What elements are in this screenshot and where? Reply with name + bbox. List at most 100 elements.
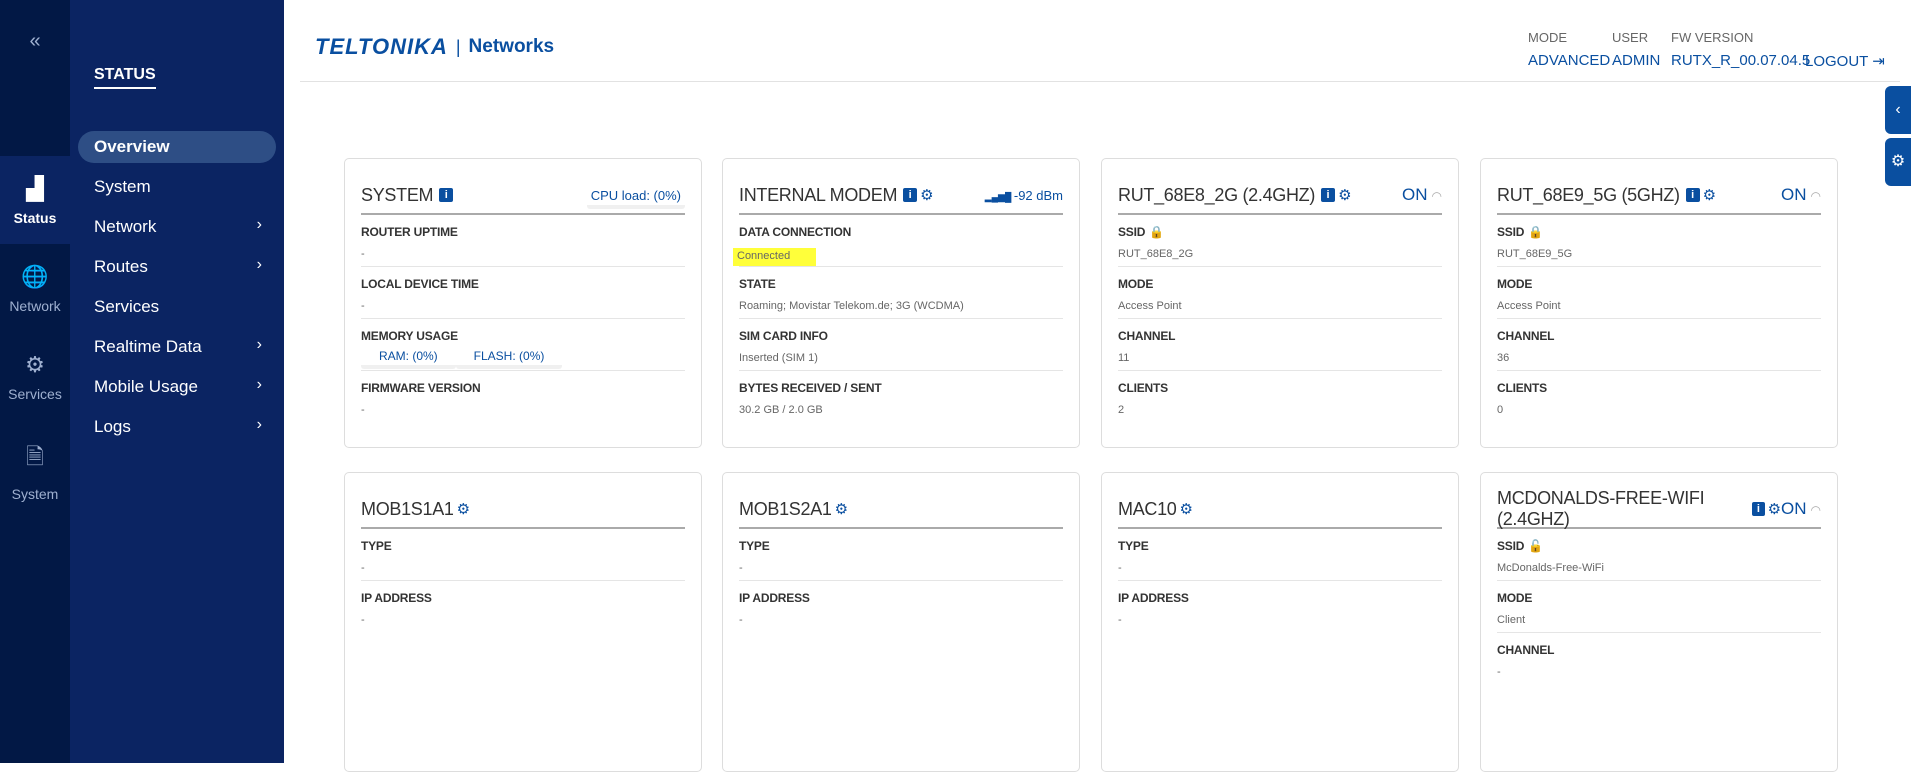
row-label: IP ADDRESS [739, 591, 1063, 605]
signal-icon: ▟ [26, 176, 44, 201]
sidebar-item-services[interactable]: Services [78, 291, 276, 323]
rail-item-services[interactable]: ⚙ Services [0, 332, 70, 420]
row-label: TYPE [739, 539, 1063, 553]
sidebar-item-network[interactable]: Network › [78, 211, 276, 243]
sidebar-item-logs[interactable]: Logs › [78, 411, 276, 443]
icon-rail: « ▟ Status 🌐 Network ⚙ Services 🗎 System [0, 0, 70, 763]
row-label-text: CLIENTS [1497, 381, 1547, 395]
row-value: - [1497, 666, 1501, 678]
chevron-right-icon: › [256, 416, 262, 433]
row-label-text: SSID [1497, 539, 1525, 553]
row-label: STATE [739, 277, 1063, 291]
chevron-right-icon: › [256, 376, 262, 393]
right-text: ON [1781, 185, 1807, 204]
info-row: ROUTER UPTIME - [361, 215, 685, 267]
fw-info: FW VERSION RUTX_R_00.07.04.5 [1671, 30, 1810, 69]
info-row: SIM CARD INFO Inserted (SIM 1) [739, 319, 1063, 371]
row-label-text: IP ADDRESS [361, 591, 432, 605]
file-code-icon: 🗎 [26, 444, 44, 469]
info-icon[interactable]: i [439, 188, 454, 202]
side-panel-toggle-button[interactable]: ‹ [1885, 86, 1911, 134]
status-card: INTERNAL MODEM i ⚙ ▂▄▆█ -92 dBm DATA CONNECT… [722, 158, 1080, 448]
card-header: RUT_68E9_5G (5GHZ) i ⚙ ON ◠ [1497, 181, 1821, 215]
info-row: SSID 🔓 McDonalds-Free-WiFi [1497, 529, 1821, 581]
rail-item-status[interactable]: ▟ Status [0, 156, 70, 244]
row-label-text: MODE [1497, 591, 1533, 605]
gear-icon[interactable]: ⚙ [835, 500, 848, 518]
user-value[interactable]: ADMIN [1612, 52, 1660, 69]
collapse-sidebar-button[interactable]: « [0, 30, 70, 53]
gear-icon[interactable]: ⚙ [1703, 186, 1716, 204]
gear-icon[interactable]: ⚙ [1180, 500, 1193, 518]
fw-value[interactable]: RUTX_R_00.07.04.5 [1671, 52, 1810, 69]
row-value: - [361, 404, 365, 416]
chevron-right-icon: › [256, 336, 262, 353]
row-label-text: CHANNEL [1118, 329, 1176, 343]
card-title: INTERNAL MODEM [739, 184, 898, 205]
row-label: LOCAL DEVICE TIME [361, 277, 685, 291]
info-row: FIRMWARE VERSION - [361, 371, 685, 423]
info-row: BYTES RECEIVED / SENT 30.2 GB / 2.0 GB [739, 371, 1063, 423]
chevron-left-icon: ‹ [1895, 101, 1901, 118]
gear-icon[interactable]: ⚙ [920, 186, 933, 204]
user-info: USER ADMIN [1612, 30, 1660, 69]
gear-icon[interactable]: ⚙ [457, 500, 470, 518]
rail-item-system[interactable]: 🗎 System [0, 420, 70, 508]
info-row: MODE Client [1497, 581, 1821, 633]
info-icon[interactable]: i [1752, 502, 1765, 516]
logout-label: LOGOUT [1805, 53, 1869, 70]
row-label: BYTES RECEIVED / SENT [739, 381, 1063, 395]
info-row: SSID 🔒 RUT_68E8_2G [1118, 215, 1442, 267]
row-label-text: SIM CARD INFO [739, 329, 828, 343]
info-row: CHANNEL 36 [1497, 319, 1821, 371]
sidebar-item-label: Logs [94, 417, 131, 436]
rail-item-label: System [11, 486, 59, 502]
memory-bars: RAM: (0%) FLASH: (0%) [361, 343, 685, 369]
info-icon[interactable]: i [1321, 188, 1336, 202]
sidebar-item-realtime-data[interactable]: Realtime Data › [78, 331, 276, 363]
gear-icon[interactable]: ⚙ [1768, 500, 1781, 518]
row-label: MODE [1497, 277, 1821, 291]
status-card: SYSTEM i CPU load: (0%) ROUTER UPTIME - LOCAL… [344, 158, 702, 448]
row-label: CHANNEL [1118, 329, 1442, 343]
sidebar-item-mobile-usage[interactable]: Mobile Usage › [78, 371, 276, 403]
row-label-text: ROUTER UPTIME [361, 225, 458, 239]
sidebar-item-system[interactable]: System [78, 171, 276, 203]
rail-item-network[interactable]: 🌐 Network [0, 244, 70, 332]
card-title: RUT_68E8_2G (2.4GHZ) [1118, 184, 1316, 205]
wifi-status: ON ◠ [1781, 499, 1821, 519]
logout-button[interactable]: LOGOUT ⇥ [1805, 30, 1885, 70]
row-label: SSID 🔒 [1118, 225, 1442, 239]
row-value: Connected [733, 248, 817, 266]
gear-icon[interactable]: ⚙ [1338, 186, 1351, 204]
globe-icon: 🌐 [21, 264, 49, 289]
info-row: TYPE - [361, 529, 685, 581]
teltonika-logo[interactable]: TELTONIKA | Networks [315, 34, 554, 60]
row-label-text: CHANNEL [1497, 643, 1555, 657]
sidebar-item-label: Routes [94, 257, 148, 276]
mode-value[interactable]: ADVANCED [1528, 52, 1610, 69]
cpu-load: CPU load: (0%) [586, 187, 685, 209]
info-row: CHANNEL - [1497, 633, 1821, 685]
info-row: MEMORY USAGE RAM: (0%) FLASH: (0%) [361, 319, 685, 371]
wifi-icon: ◠ [1431, 189, 1442, 203]
row-label: SSID 🔓 [1497, 539, 1821, 553]
chevron-right-icon: › [256, 216, 262, 233]
info-icon[interactable]: i [903, 188, 918, 202]
card-title: MCDONALDS-FREE-WIFI (2.4GHZ) [1497, 488, 1705, 529]
status-card: MOB1S1A1 ⚙ TYPE - IP ADDRESS - [344, 472, 702, 772]
lock-icon: 🔒 [1528, 225, 1543, 239]
signal-bars-icon: ▂▄▆█ [984, 191, 1014, 202]
info-row: IP ADDRESS - [739, 581, 1063, 633]
row-value: Access Point [1497, 300, 1561, 312]
sidebar-item-overview[interactable]: Overview [78, 131, 276, 163]
logo-separator: | [455, 36, 461, 57]
mode-label: MODE [1528, 30, 1567, 45]
info-icon[interactable]: i [1685, 188, 1700, 202]
fw-label: FW VERSION [1671, 30, 1754, 45]
row-label: MODE [1497, 591, 1821, 605]
side-settings-button[interactable]: ⚙ [1885, 138, 1911, 186]
sidebar-item-routes[interactable]: Routes › [78, 251, 276, 283]
sidebar-item-label: Overview [94, 137, 170, 156]
rail-item-label: Network [9, 298, 61, 314]
